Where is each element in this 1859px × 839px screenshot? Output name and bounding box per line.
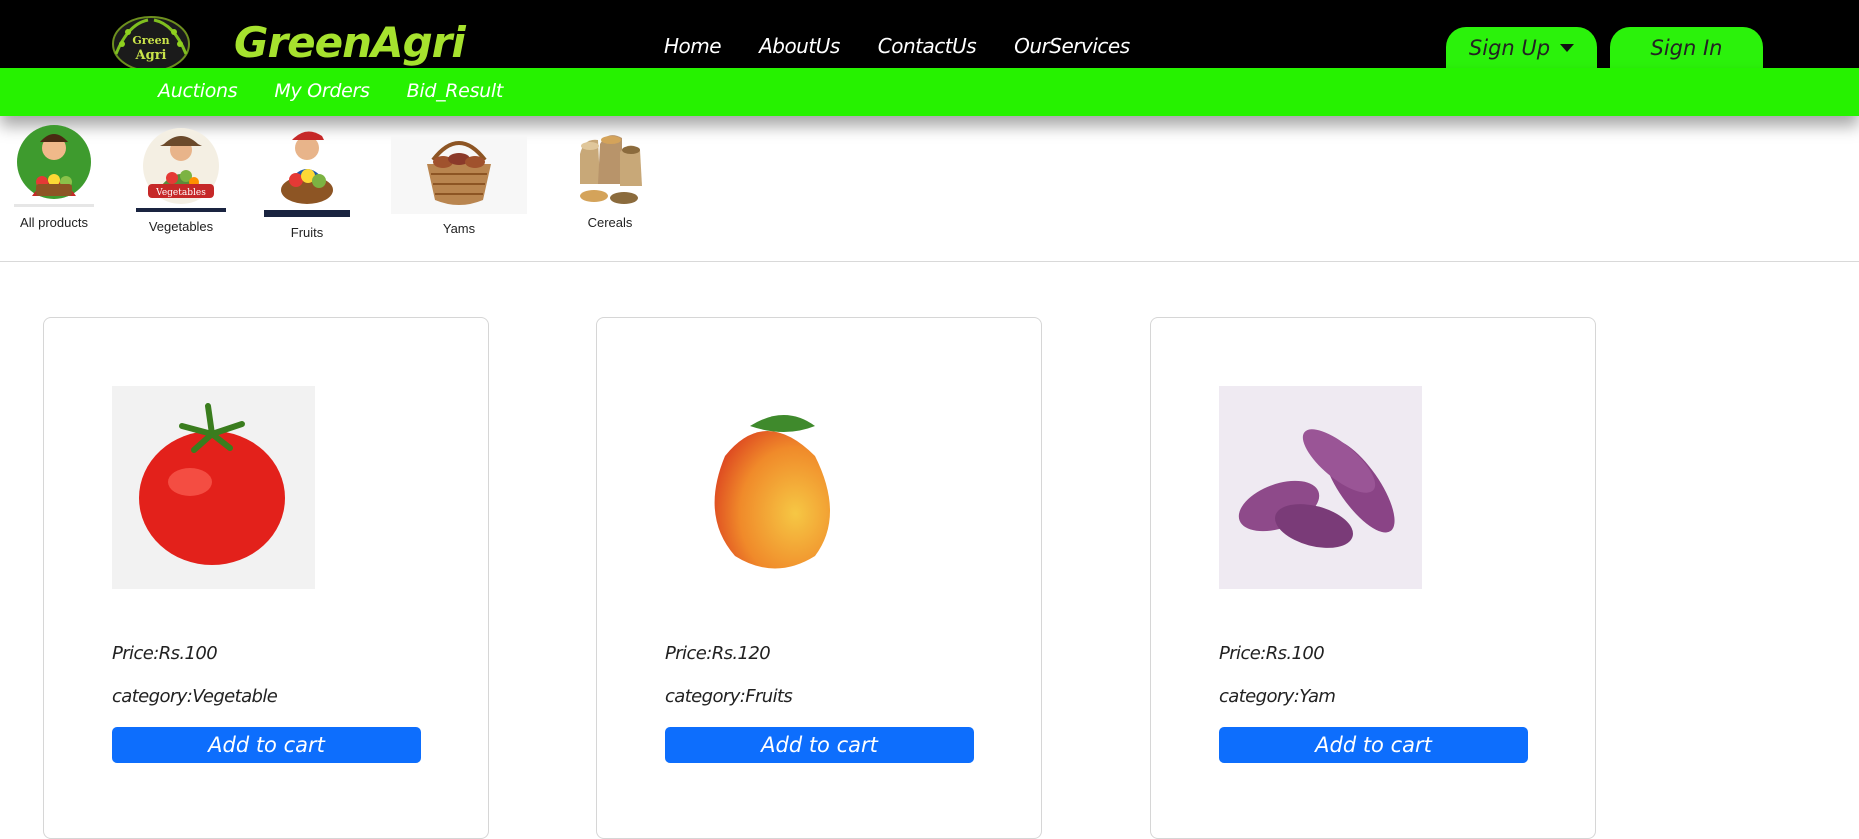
category-divider: [0, 261, 1859, 262]
subnav-my-orders[interactable]: My Orders: [274, 80, 370, 102]
category-vegetables[interactable]: Vegetables Vegetables: [136, 124, 226, 234]
category-label: Yams: [442, 221, 476, 236]
svg-text:Vegetables: Vegetables: [155, 188, 206, 198]
sign-in-label: Sign In: [1650, 35, 1723, 60]
sub-nav: Auctions My Orders Bid_Result: [158, 80, 540, 102]
category-cereals[interactable]: Cereals: [574, 124, 646, 230]
fruits-farmer-icon: [264, 131, 350, 217]
category-label: Vegetables: [148, 219, 214, 234]
svg-text:Green: Green: [132, 34, 169, 47]
sign-in-button[interactable]: Sign In: [1610, 27, 1763, 68]
product-card: Price:Rs.120 category:Fruits Add to cart: [596, 317, 1042, 839]
logo-icon[interactable]: Green Agri: [108, 14, 194, 70]
category-all-products[interactable]: All products: [14, 124, 94, 230]
mango-image[interactable]: [665, 386, 868, 589]
sign-up-label: Sign Up: [1468, 35, 1551, 60]
product-price: Price:Rs.100: [112, 643, 218, 664]
farmer-produce-icon: [14, 125, 94, 207]
sweet-potato-image[interactable]: [1219, 386, 1422, 589]
main-nav: Home AboutUs ContactUs OurServices: [664, 34, 1168, 58]
caret-down-icon: [1560, 43, 1575, 52]
product-category: category:Yam: [1219, 686, 1336, 707]
add-to-cart-button[interactable]: Add to cart: [1219, 727, 1528, 763]
sub-nav-bar: Auctions My Orders Bid_Result: [0, 68, 1859, 116]
vegetables-farmer-icon: Vegetables: [136, 128, 226, 212]
category-label: All products: [20, 215, 88, 230]
product-category: category:Fruits: [665, 686, 793, 707]
top-header: Green Agri GreenAgri Home AboutUs Contac…: [0, 0, 1859, 70]
product-card: Price:Rs.100 category:Yam Add to cart: [1150, 317, 1596, 839]
add-to-cart-button[interactable]: Add to cart: [665, 727, 974, 763]
nav-our-services[interactable]: OurServices: [1014, 34, 1130, 58]
category-label: Fruits: [290, 225, 324, 240]
nav-about-us[interactable]: AboutUs: [759, 34, 840, 58]
product-price: Price:Rs.120: [665, 643, 771, 664]
brand-name[interactable]: GreenAgri: [234, 18, 466, 67]
product-card: Price:Rs.100 category:Vegetable Add to c…: [43, 317, 489, 839]
tomato-image[interactable]: [112, 386, 315, 589]
subnav-bid-result[interactable]: Bid_Result: [407, 80, 504, 102]
product-category: category:Vegetable: [112, 686, 278, 707]
cereal-sacks-icon: [580, 135, 642, 204]
svg-text:Agri: Agri: [135, 48, 167, 63]
nav-contact-us[interactable]: ContactUs: [878, 34, 977, 58]
add-to-cart-button[interactable]: Add to cart: [112, 727, 421, 763]
sign-up-dropdown-button[interactable]: Sign Up: [1446, 27, 1597, 68]
category-yams[interactable]: Yams: [391, 130, 527, 236]
subnav-auctions[interactable]: Auctions: [158, 80, 238, 102]
nav-home[interactable]: Home: [664, 34, 722, 58]
product-price: Price:Rs.100: [1219, 643, 1325, 664]
yam-basket-icon: [391, 136, 527, 214]
category-label: Cereals: [587, 215, 633, 230]
category-fruits[interactable]: Fruits: [264, 124, 350, 240]
